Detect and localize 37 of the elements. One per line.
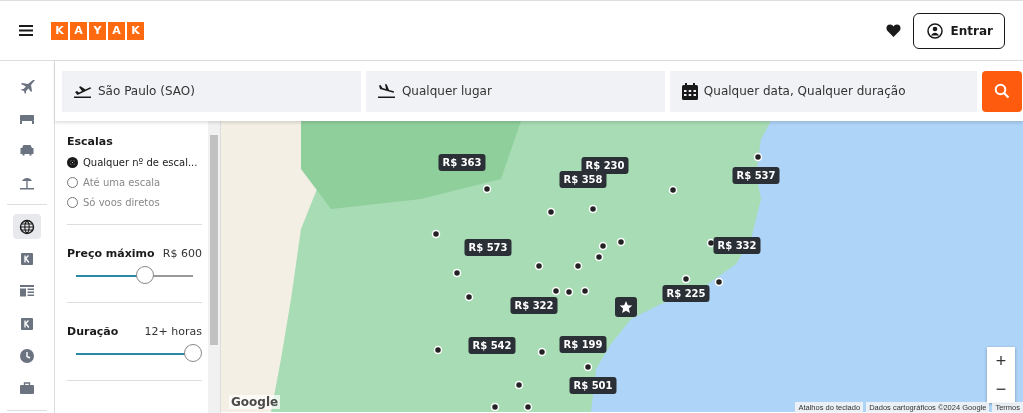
stops-option[interactable]: Qualquer nº de escal... <box>67 157 202 168</box>
star-marker-icon[interactable] <box>615 297 637 319</box>
destination-field[interactable]: Qualquer lugar <box>365 70 665 112</box>
price-marker[interactable]: R$ 322 <box>510 297 558 314</box>
price-reading: R$ 600 <box>162 247 202 260</box>
login-button[interactable]: Entrar <box>912 12 1005 49</box>
price-marker[interactable]: R$ 573 <box>464 239 512 256</box>
filter-title: Escalas <box>67 135 114 148</box>
search-button[interactable] <box>982 70 1022 112</box>
stops-option[interactable]: Até uma escala <box>67 177 202 188</box>
landing-icon <box>377 84 396 98</box>
search-icon <box>994 83 1010 99</box>
radio-button[interactable] <box>67 157 78 168</box>
zoom-in-button[interactable]: + <box>987 347 1015 375</box>
price-marker[interactable]: R$ 537 <box>732 167 780 184</box>
duration-reading: 12+ horas <box>144 325 202 338</box>
globe-icon[interactable] <box>13 214 41 240</box>
price-marker[interactable]: R$ 199 <box>559 336 607 353</box>
price-marker[interactable]: R$ 225 <box>662 285 710 302</box>
user-icon <box>926 22 943 39</box>
date-field[interactable]: Qualquer data, Qualquer duração <box>669 70 977 112</box>
heart-icon[interactable] <box>885 24 901 37</box>
price-marker[interactable]: R$ 358 <box>559 171 607 188</box>
filter-title: Duração <box>67 325 119 338</box>
menu-icon[interactable] <box>19 25 33 36</box>
price-marker[interactable]: R$ 501 <box>569 377 617 394</box>
origin-field[interactable]: São Paulo (SAO) <box>62 70 361 112</box>
calendar-icon <box>681 82 698 100</box>
price-marker[interactable]: R$ 332 <box>713 237 761 254</box>
takeoff-icon <box>74 84 92 98</box>
scrollbar[interactable] <box>208 121 220 413</box>
stops-option[interactable]: Só voos diretos <box>67 197 202 208</box>
zoom-out-button[interactable]: − <box>987 375 1015 403</box>
map-logo: Google <box>229 395 281 409</box>
filter-title: Preço máximo <box>67 247 155 260</box>
price-marker[interactable]: R$ 363 <box>438 154 486 171</box>
price-marker[interactable]: R$ 542 <box>468 337 516 354</box>
